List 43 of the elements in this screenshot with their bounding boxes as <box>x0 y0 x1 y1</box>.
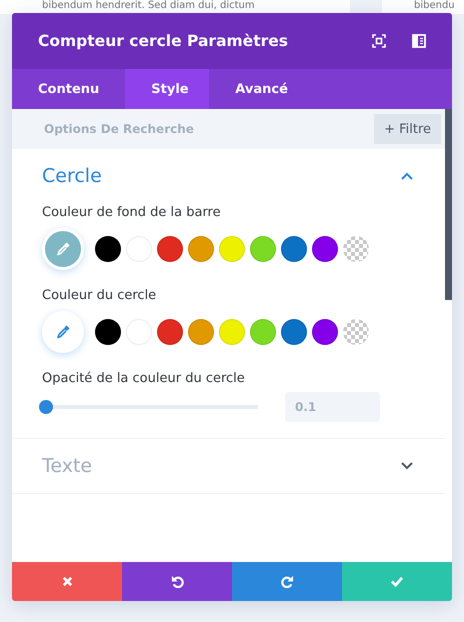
color-swatch[interactable] <box>95 236 121 262</box>
color-swatch[interactable] <box>219 319 245 345</box>
eyedropper-icon <box>56 325 70 339</box>
search-field[interactable]: Options De Recherche <box>12 109 374 149</box>
color-swatch[interactable] <box>157 236 183 262</box>
tab[interactable]: Avancé <box>209 69 314 109</box>
close-icon <box>62 576 72 587</box>
color-swatch[interactable] <box>95 319 121 345</box>
slider-thumb[interactable] <box>39 400 54 414</box>
color-swatch[interactable] <box>219 236 245 262</box>
color-swatch[interactable] <box>157 319 183 345</box>
section-title[interactable]: Cercle <box>42 165 102 187</box>
color-swatch[interactable] <box>250 236 276 262</box>
background-text: bibendu <box>414 0 456 12</box>
transparent-swatch[interactable] <box>343 319 369 345</box>
color-swatch[interactable] <box>312 319 338 345</box>
redo-icon <box>280 575 294 588</box>
chevron-up-icon[interactable] <box>401 172 413 180</box>
tab[interactable]: Contenu <box>12 69 126 109</box>
field-label: Couleur de fond de la barre <box>42 205 222 220</box>
color-picker-button[interactable] <box>42 228 84 270</box>
sidebar-icon[interactable] <box>412 34 426 48</box>
scrollbar-thumb[interactable] <box>445 109 452 300</box>
filter-button[interactable]: + Filtre <box>374 109 445 149</box>
background-text: bibendum hendrerit. Sed diam dui, dictum <box>42 0 256 12</box>
color-picker-button[interactable] <box>42 311 84 353</box>
check-icon <box>390 576 404 587</box>
chevron-down-icon[interactable] <box>401 462 413 470</box>
search-field[interactable]: Options De Recherche <box>42 121 374 137</box>
field-label: Opacité de la couleur du cercle <box>42 371 246 386</box>
field-label: Couleur du cercle <box>42 288 158 303</box>
tab[interactable]: Style <box>125 69 210 109</box>
eyedropper-icon <box>56 242 70 256</box>
color-swatch[interactable] <box>188 319 214 345</box>
undo-icon <box>170 575 184 588</box>
color-swatch[interactable] <box>281 236 307 262</box>
color-swatch[interactable] <box>250 319 276 345</box>
fullscreen-icon[interactable] <box>372 34 386 48</box>
window-title: Compteur cercle Paramètres <box>38 32 289 50</box>
transparent-swatch[interactable] <box>343 236 369 262</box>
color-swatch[interactable] <box>281 319 307 345</box>
color-swatch[interactable] <box>312 236 338 262</box>
color-swatch[interactable] <box>188 236 214 262</box>
